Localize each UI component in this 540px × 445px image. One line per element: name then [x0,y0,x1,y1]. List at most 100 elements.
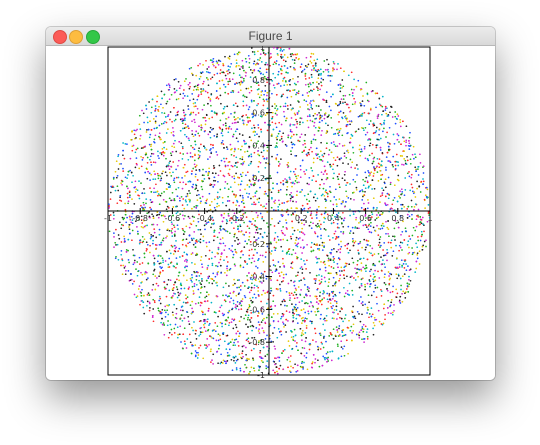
data-point [351,192,354,194]
data-point [109,198,112,200]
data-point [278,121,281,124]
data-point [217,347,220,350]
data-point [283,202,286,204]
data-point [303,170,305,173]
data-point [314,310,316,313]
data-point [209,71,211,74]
data-point [133,280,135,283]
data-point [396,113,399,116]
data-point [152,254,155,257]
data-point [398,263,401,266]
data-point [346,120,349,123]
data-point [305,169,308,171]
data-point [203,104,205,106]
data-point [286,185,289,188]
data-point [212,165,215,167]
data-point [329,191,332,194]
data-point [253,100,255,102]
data-point [150,111,153,114]
data-point [266,91,269,94]
data-point [353,241,356,244]
data-point [231,89,234,92]
data-point [243,140,246,143]
data-point [316,310,319,313]
data-point [328,264,330,267]
data-point [341,134,344,137]
data-point [323,241,325,244]
data-point [307,207,310,210]
data-point [231,78,234,81]
data-point [239,285,242,287]
data-point [419,223,421,226]
data-point [146,243,149,246]
data-point [305,268,307,270]
data-point [289,178,291,180]
data-point [276,108,279,110]
data-point [417,174,420,176]
data-point [348,120,351,123]
data-point [173,235,176,237]
data-point [204,322,206,325]
data-point [200,331,202,334]
data-point [237,116,239,119]
data-point [182,274,185,277]
data-point [263,157,266,160]
data-point [257,124,260,126]
data-point [301,239,304,241]
data-point [135,296,138,299]
data-point [219,69,222,71]
data-point [182,118,185,121]
data-point [225,222,228,225]
data-point [156,95,159,98]
data-point [381,211,384,214]
data-point [350,88,353,91]
data-point [182,166,185,169]
data-point [425,186,428,189]
data-point [199,241,202,244]
data-point [167,320,169,322]
data-point [303,99,306,101]
data-point [220,214,223,216]
data-point [319,88,321,91]
data-point [159,271,162,274]
data-point [228,174,231,177]
data-point [150,148,153,151]
data-point [250,197,252,200]
data-point [425,239,427,242]
data-point [376,207,378,209]
title-bar[interactable]: Figure 1 [46,27,495,46]
data-point [248,249,251,252]
data-point [239,183,242,186]
data-point [357,168,359,170]
data-point [400,284,402,287]
data-point [345,156,348,159]
data-point [187,320,190,323]
data-point [391,290,394,293]
data-point [245,366,248,369]
data-point [238,51,241,54]
data-point [393,142,396,145]
data-point [240,65,243,68]
data-point [310,52,313,55]
data-point [288,253,291,256]
data-point [141,262,144,264]
data-point [290,266,292,269]
data-point [141,192,143,195]
data-point [366,312,368,314]
data-point [341,347,344,350]
data-point [259,254,262,257]
data-point [304,72,307,75]
data-point [315,217,318,219]
data-point [279,105,282,108]
data-point [176,224,179,227]
data-point [317,89,319,92]
data-point [289,137,292,139]
data-point [230,164,233,167]
data-point [177,159,180,162]
data-point [197,64,199,67]
data-point [199,228,202,231]
data-point [192,183,195,186]
data-point [191,155,194,158]
data-point [200,88,202,90]
data-point [404,189,407,191]
